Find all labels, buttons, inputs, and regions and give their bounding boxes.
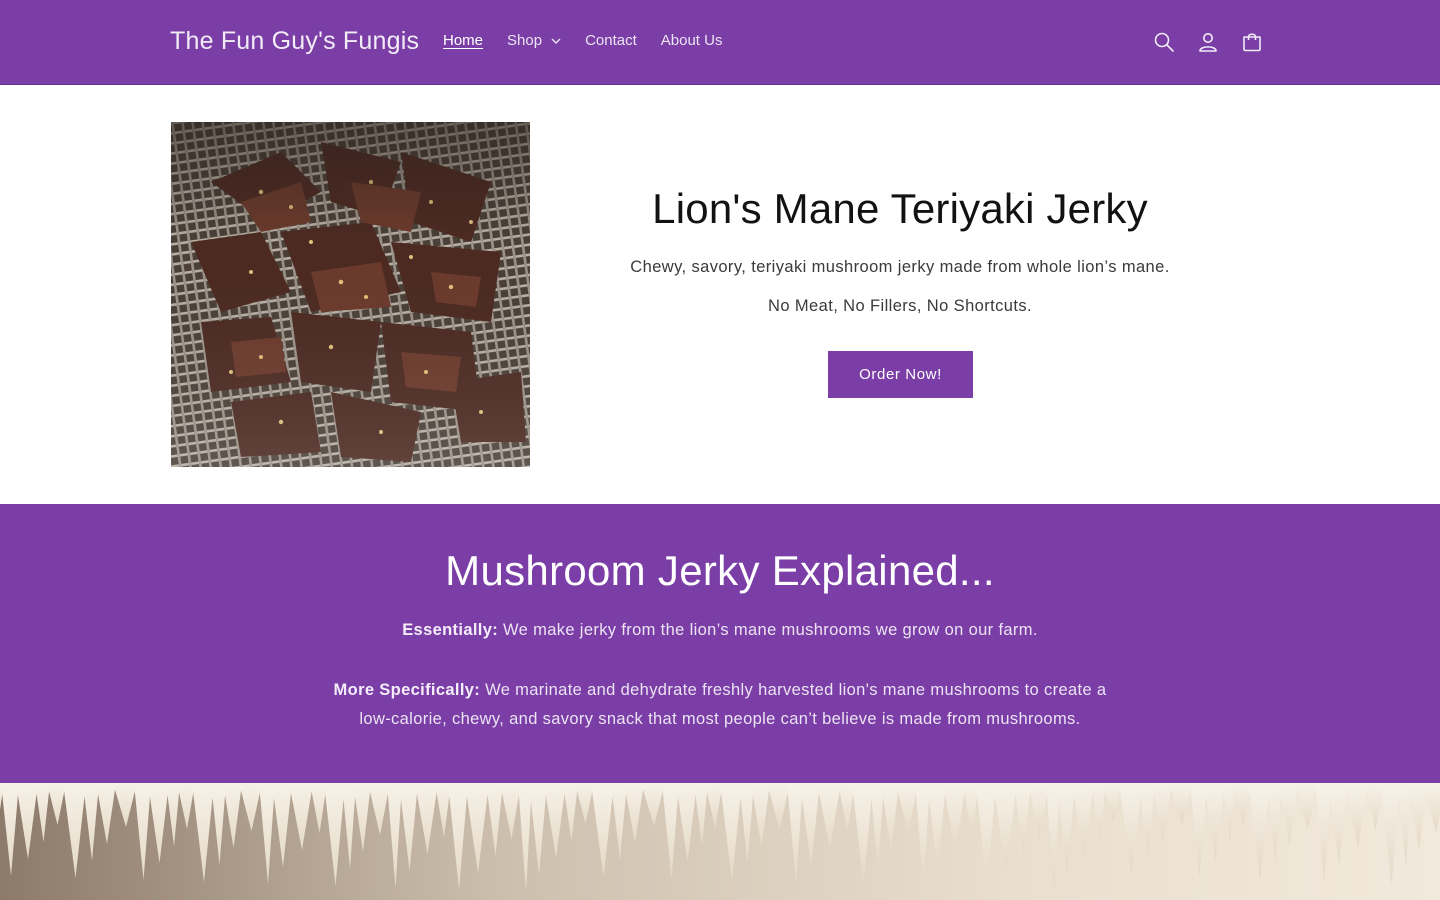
explain-paragraph-essentially: Essentially: We make jerky from the lion… [0, 621, 1440, 640]
nav-item-home[interactable]: Home [443, 32, 483, 49]
essentially-label: Essentially: [402, 621, 499, 639]
banner-image [0, 783, 1440, 900]
site-header: The Fun Guy's Fungis Home Shop Contact A… [0, 0, 1440, 85]
main-nav: Home Shop Contact About Us [443, 32, 722, 49]
nav-item-label: About Us [660, 32, 723, 49]
search-icon[interactable] [1146, 24, 1182, 60]
nav-item-shop[interactable]: Shop [507, 32, 561, 49]
nav-item-about-us[interactable]: About Us [661, 32, 723, 49]
hero-tagline: No Meat, No Fillers, No Shortcuts. [768, 297, 1032, 315]
hero-text: Lion's Mane Teriyaki Jerky Chewy, savory… [560, 85, 1240, 504]
explain-section: Mushroom Jerky Explained... Essentially:… [0, 504, 1440, 783]
nav-item-contact[interactable]: Contact [585, 32, 637, 49]
hero-image [171, 122, 530, 467]
chevron-down-icon [551, 36, 561, 46]
cart-icon[interactable] [1234, 24, 1270, 60]
nav-item-label: Home [443, 32, 484, 49]
nav-item-label: Shop [507, 32, 543, 49]
essentially-text: We make jerky from the lion’s mane mushr… [498, 621, 1038, 639]
specifically-label: More Specifically: [333, 681, 481, 699]
hero-title: Lion's Mane Teriyaki Jerky [652, 185, 1148, 232]
order-now-button[interactable]: Order Now! [828, 351, 973, 398]
account-icon[interactable] [1190, 24, 1226, 60]
site-logo[interactable]: The Fun Guy's Fungis [170, 27, 419, 56]
explain-paragraph-specifically: More Specifically: We marinate and dehyd… [330, 676, 1110, 734]
nav-item-label: Contact [585, 32, 637, 49]
header-icons [1146, 24, 1270, 60]
hero-subtitle: Chewy, savory, teriyaki mushroom jerky m… [630, 258, 1170, 276]
explain-title: Mushroom Jerky Explained... [445, 547, 995, 594]
hero-section: Lion's Mane Teriyaki Jerky Chewy, savory… [0, 85, 1440, 504]
